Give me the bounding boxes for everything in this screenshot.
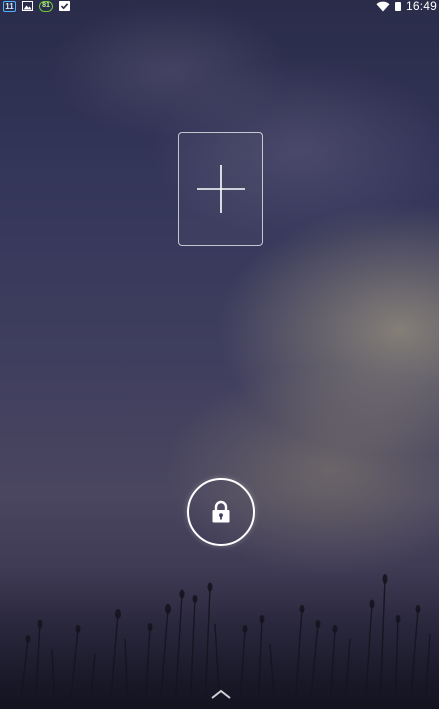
system-icons: 16:49 [376, 0, 439, 12]
battery-icon [394, 1, 401, 11]
clock: 16:49 [405, 0, 437, 13]
battery-badge-icon: 81 [39, 0, 53, 12]
wifi-icon [376, 1, 390, 11]
battery-badge-text: 81 [42, 1, 50, 9]
check-icon [59, 1, 70, 11]
lockscreen: 11 81 16:49 [0, 0, 439, 709]
calendar-badge-text: 11 [5, 1, 14, 11]
image-icon [22, 1, 33, 11]
calendar-icon: 11 [3, 0, 16, 12]
lock-icon [212, 500, 230, 523]
add-widget-button[interactable] [178, 132, 263, 246]
notification-icons: 11 81 [0, 0, 70, 12]
status-bar: 11 81 16:49 [0, 0, 439, 12]
unlock-handle[interactable] [187, 478, 255, 546]
chevron-up-icon[interactable] [210, 688, 232, 700]
plus-icon [196, 165, 245, 213]
